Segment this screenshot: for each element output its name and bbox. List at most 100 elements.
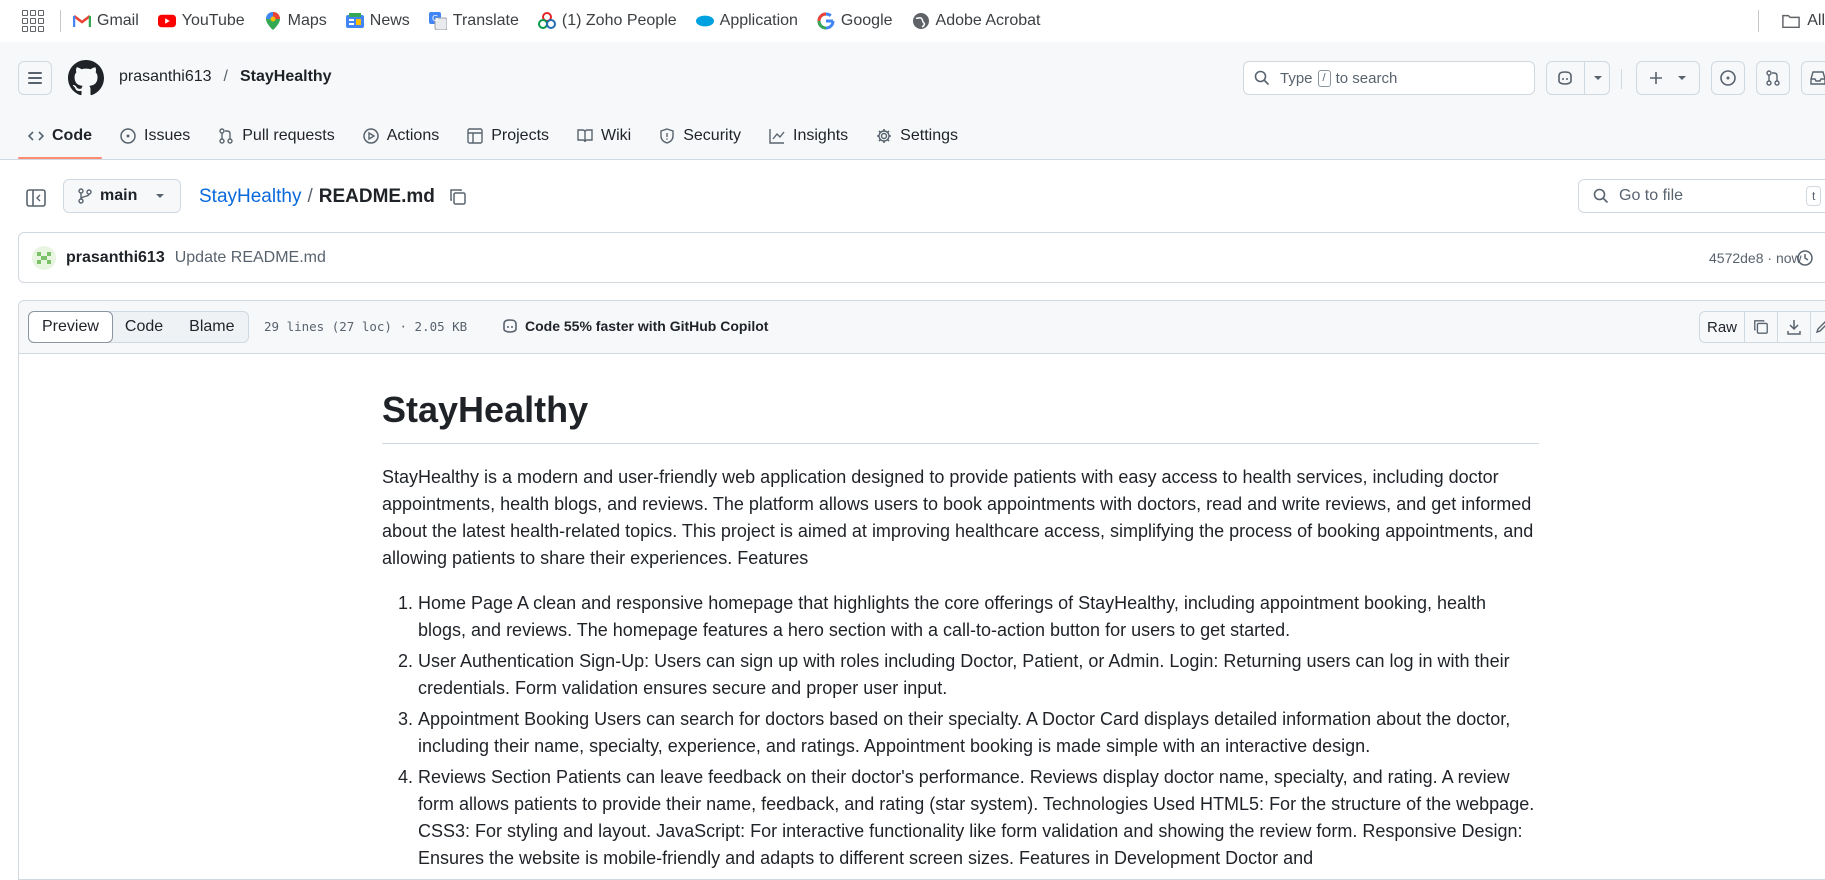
zoho-icon [537,12,556,30]
apps-grid-icon[interactable] [22,10,44,32]
bookmark-label: Adobe Acrobat [935,12,1041,29]
chevron-down-icon [1678,76,1686,80]
copilot-promo-label: Code 55% faster with GitHub Copilot [525,318,769,334]
tab-label: Actions [386,126,440,144]
repo-tabs: Code Issues Pull requests Actions Projec… [18,112,976,159]
globe-icon [912,12,930,30]
owner-link[interactable]: prasanthi613 [119,68,212,86]
shield-icon [660,127,674,144]
divider [1584,62,1585,94]
raw-button[interactable]: Raw [1700,312,1745,342]
tab-settings[interactable]: Settings [866,112,968,159]
go-to-file-placeholder: Go to file [1619,187,1684,204]
tab-code[interactable]: Code [18,112,102,159]
salesforce-icon [695,12,714,30]
google-icon [817,12,835,30]
github-logo-icon[interactable] [68,60,104,96]
avatar[interactable] [32,245,56,270]
blame-button[interactable]: Blame [176,312,247,342]
list-item: Appointment Booking Users can search for… [418,706,1539,760]
copy-icon[interactable] [449,188,467,206]
branch-selector[interactable]: main [63,179,181,213]
issues-icon [120,127,136,144]
menu-button[interactable] [18,61,52,95]
tab-insights[interactable]: Insights [759,112,858,159]
sidebar-toggle-icon[interactable] [23,185,49,211]
bookmark-adobe-acrobat[interactable]: Adobe Acrobat [912,12,1041,30]
go-to-file-shortcut-key: t [1806,186,1822,206]
bookmark-label: YouTube [181,12,245,29]
tab-pull-requests[interactable]: Pull requests [208,112,345,159]
actions-icon [363,127,379,144]
tab-wiki[interactable]: Wiki [567,112,641,159]
history-icon[interactable] [1796,249,1814,267]
commit-author[interactable]: prasanthi613 [66,249,165,267]
pencil-icon [1815,321,1825,334]
bookmark-zoho-people[interactable]: (1) Zoho People [537,12,677,30]
copy-raw-button[interactable] [1745,312,1778,342]
bookmark-label: Google [840,12,893,29]
graph-icon [769,128,785,144]
tab-label: Wiki [601,126,632,144]
copilot-promo[interactable]: Code 55% faster with GitHub Copilot [501,318,768,334]
copilot-button[interactable] [1546,61,1610,95]
readme-title: StayHealthy [382,389,1539,444]
plus-icon [1650,72,1662,84]
code-button[interactable]: Code [112,312,176,342]
search-suffix: to search [1335,69,1398,87]
readme-content: StayHealthy StayHealthy is a modern and … [382,389,1539,876]
pull-request-icon [219,127,233,144]
tab-actions[interactable]: Actions [353,112,449,159]
bookmarks-divider [60,10,61,32]
commit-message[interactable]: Update README.md [175,249,326,267]
list-item: Reviews Section Patients can leave feedb… [418,764,1539,872]
bookmark-youtube[interactable]: YouTube [157,12,245,30]
search-icon [1254,70,1270,86]
bookmark-translate[interactable]: G Translate [428,12,519,30]
copilot-icon [1558,71,1572,85]
tab-label: Projects [491,126,550,144]
inbox-button[interactable] [1801,61,1825,95]
maps-icon [264,12,282,30]
repo-link[interactable]: StayHealthy [240,68,332,86]
edit-button[interactable] [1811,312,1825,342]
bookmark-label: Application [719,12,798,29]
bookmark-label: (1) Zoho People [561,12,677,29]
identicon-icon [37,251,51,264]
latest-commit: prasanthi613 Update README.md 4572de8 · … [18,232,1825,283]
issues-button[interactable] [1711,61,1745,95]
tab-issues[interactable]: Issues [110,112,200,159]
bookmark-label: News [369,12,410,29]
all-bookmarks[interactable]: All [1758,0,1825,42]
path-separator: / [307,186,313,207]
search-input[interactable]: Type / to search [1243,61,1535,95]
github-header: prasanthi613 / StayHealthy Type / to sea… [0,42,1825,160]
readme-intro: StayHealthy is a modern and user-friendl… [382,467,1534,568]
path-repo-link[interactable]: StayHealthy [199,186,301,208]
gear-icon [877,128,892,143]
breadcrumb: prasanthi613 / StayHealthy [119,68,332,86]
bookmark-maps[interactable]: Maps [264,12,327,30]
pull-request-icon [1766,70,1780,86]
pull-requests-button[interactable] [1756,61,1790,95]
preview-button[interactable]: Preview [28,311,113,343]
bookmark-application[interactable]: Application [695,12,798,30]
file-navigation: main StayHealthy / README.md Go to file … [0,160,1825,232]
list-item: Home Page A clean and responsive homepag… [418,590,1539,644]
search-icon [1593,188,1609,204]
path-file-name: README.md [318,186,435,207]
create-new-button[interactable] [1636,61,1700,95]
bookmark-gmail[interactable]: Gmail [73,12,139,30]
search-shortcut-key: / [1317,69,1331,87]
bookmark-news[interactable]: News [345,12,410,30]
tab-label: Code [52,126,92,144]
commit-hash-time[interactable]: 4572de8 · now [1709,250,1802,266]
bookmark-label: Translate [452,12,519,29]
download-button[interactable] [1778,312,1811,342]
tab-projects[interactable]: Projects [457,112,559,159]
chevron-down-icon[interactable] [1593,75,1603,81]
tab-label: Security [683,126,742,144]
go-to-file-input[interactable]: Go to file t [1578,179,1825,213]
bookmark-google[interactable]: Google [817,12,893,30]
tab-security[interactable]: Security [649,112,751,159]
